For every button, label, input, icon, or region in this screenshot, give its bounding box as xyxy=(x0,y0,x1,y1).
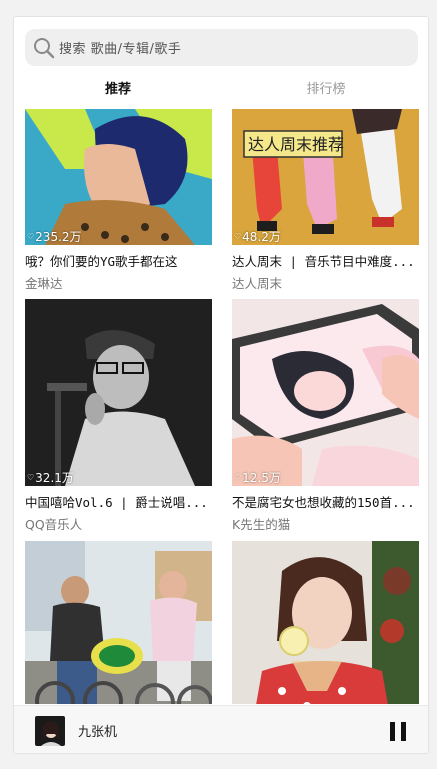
pause-icon[interactable] xyxy=(390,722,406,741)
playlist-card[interactable]: ♡ 12.5万 不是腐宅女也想收藏的150首... K先生的猫 xyxy=(232,299,419,533)
app-screen: 搜索 歌曲/专辑/歌手 推荐 排行榜 ♡ 235.2万 哦？你们要的YG歌手都在… xyxy=(13,16,429,754)
headphone-icon: ♡ xyxy=(27,473,35,482)
play-count: ♡ 235.2万 xyxy=(27,230,82,244)
playlist-title: 中国嘻哈Vol.6 | 爵士说唱... xyxy=(25,495,208,510)
play-count: ♡ 32.1万 xyxy=(27,471,74,485)
playlist-author: 金琳达 xyxy=(25,276,63,291)
playlist-cover: ♡ 12.5万 xyxy=(232,299,419,486)
headphone-icon: ♡ xyxy=(27,232,35,241)
playlist-title: 达人周末 | 音乐节目中难度... xyxy=(232,254,415,269)
now-playing-title: 九张机 xyxy=(78,725,118,740)
headphone-icon: ♡ xyxy=(234,473,242,482)
play-count: ♡ 12.5万 xyxy=(234,471,281,485)
play-count: ♡ 48.2万 xyxy=(234,230,281,244)
playlist-cover: ♡ 235.2万 xyxy=(25,109,212,245)
playlist-grid: ♡ 235.2万 哦？你们要的YG歌手都在这 金琳达 达人周末推荐 ♡ 48.2… xyxy=(25,109,419,704)
playlist-title: 不是腐宅女也想收藏的150首... xyxy=(232,495,415,510)
playlist-cover: ♡ 32.1万 xyxy=(25,299,212,486)
playlist-card[interactable]: ♡ 32.1万 中国嘻哈Vol.6 | 爵士说唱... QQ音乐人 xyxy=(25,299,212,533)
playlist-card[interactable] xyxy=(232,541,419,704)
playlist-cover xyxy=(232,541,419,704)
playlist-card[interactable]: 达人周末推荐 ♡ 48.2万 达人周末 | 音乐节目中难度... 达人周末 xyxy=(232,109,419,292)
playlist-card[interactable]: ♡ 235.2万 哦？你们要的YG歌手都在这 金琳达 xyxy=(25,109,212,292)
tab-charts[interactable]: 排行榜 xyxy=(222,75,428,105)
playlist-author: QQ音乐人 xyxy=(25,517,83,532)
cover-label: 达人周末推荐 xyxy=(248,135,344,154)
tab-bar: 推荐 排行榜 xyxy=(14,75,428,105)
search-placeholder: 搜索 歌曲/专辑/歌手 xyxy=(59,42,182,57)
playlist-author: 达人周末 xyxy=(232,276,283,291)
playlist-title: 哦？你们要的YG歌手都在这 xyxy=(25,254,178,269)
headphone-icon: ♡ xyxy=(234,232,242,241)
playlist-card[interactable] xyxy=(25,541,212,704)
playlist-author: K先生的猫 xyxy=(232,517,291,532)
mini-player[interactable]: 九张机 xyxy=(14,705,428,753)
now-playing-cover[interactable] xyxy=(35,715,65,746)
playlist-cover: 达人周末推荐 ♡ 48.2万 xyxy=(232,109,419,245)
search-input[interactable]: 搜索 歌曲/专辑/歌手 xyxy=(25,29,418,66)
playlist-cover xyxy=(25,541,212,704)
search-icon xyxy=(33,37,55,59)
tab-recommend[interactable]: 推荐 xyxy=(14,75,222,105)
